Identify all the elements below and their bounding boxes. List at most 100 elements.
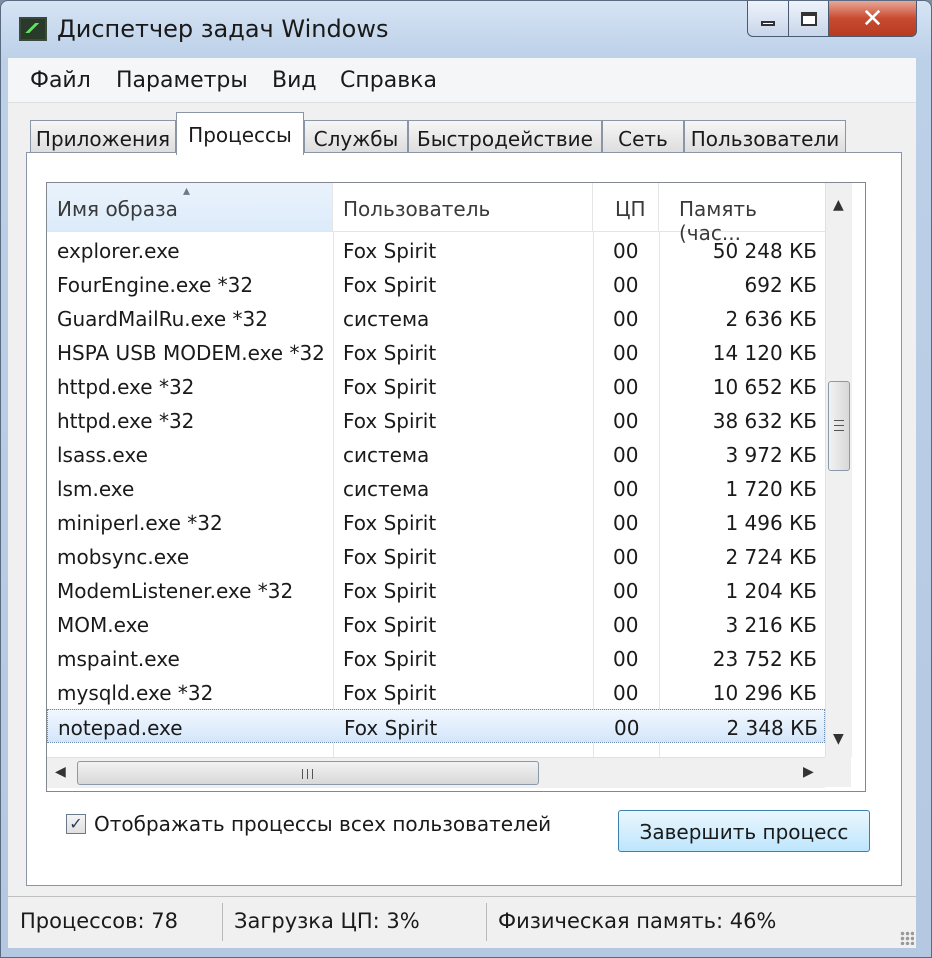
resize-grip-icon[interactable]	[900, 931, 914, 945]
process-user: система	[343, 477, 430, 501]
minimize-button[interactable]	[747, 1, 789, 37]
scroll-left-icon[interactable]: ◀	[55, 764, 66, 780]
column-header-user[interactable]: Пользователь	[333, 183, 593, 231]
status-bar: Процессов: 78 Загрузка ЦП: 3% Физическая…	[8, 896, 916, 947]
process-row[interactable]: MOM.exe Fox Spirit 00 3 216 КБ	[47, 607, 825, 641]
maximize-button[interactable]	[789, 1, 829, 37]
process-row[interactable]: mobsync.exe Fox Spirit 00 2 724 КБ	[47, 539, 825, 573]
column-header-name-label: Имя образа	[57, 197, 178, 221]
process-memory: 2 636 КБ	[725, 307, 817, 331]
process-cpu: 00	[613, 613, 639, 637]
status-divider	[222, 903, 223, 941]
process-row[interactable]: GuardMailRu.exe *32 система 00 2 636 КБ	[47, 301, 825, 335]
scroll-down-icon[interactable]: ▼	[833, 731, 844, 747]
tab-users[interactable]: Пользователи	[684, 120, 846, 154]
process-row[interactable]: ModemListener.exe *32 Fox Spirit 00 1 204 К…	[47, 573, 825, 607]
process-name: explorer.exe	[57, 239, 180, 263]
sort-ascending-icon: ▴	[183, 183, 191, 199]
scroll-corner	[825, 757, 851, 787]
tab-services[interactable]: Службы	[304, 120, 408, 154]
process-name: miniperl.exe *32	[57, 511, 223, 535]
process-memory: 3 972 КБ	[725, 443, 817, 467]
process-cpu: 00	[613, 681, 639, 705]
window-controls: ✕	[747, 1, 917, 41]
process-user: Fox Spirit	[343, 341, 437, 365]
checkmark-icon: ✓	[69, 814, 83, 833]
tab-applications[interactable]: Приложения	[30, 120, 176, 154]
tab-processes[interactable]: Процессы	[176, 112, 304, 155]
process-row[interactable]: HSPA USB MODEM.exe *32 Fox Spirit 00 14 120…	[47, 335, 825, 369]
vertical-scroll-thumb[interactable]	[828, 381, 850, 471]
process-user: Fox Spirit	[343, 409, 437, 433]
end-process-button[interactable]: Завершить процесс	[618, 810, 870, 852]
process-row[interactable]: notepad.exe Fox Spirit 00 2 348 КБ	[47, 709, 825, 743]
process-user: Fox Spirit	[343, 681, 437, 705]
process-user: Fox Spirit	[343, 239, 437, 263]
process-user: Fox Spirit	[343, 273, 437, 297]
process-memory: 14 120 КБ	[712, 341, 817, 365]
scroll-grip-icon	[302, 769, 303, 779]
process-cpu: 00	[613, 545, 639, 569]
tab-strip: Приложения Процессы Службы Быстродействи…	[30, 112, 890, 155]
minimize-icon	[761, 21, 775, 26]
process-row[interactable]: httpd.exe *32 Fox Spirit 00 38 632 КБ	[47, 403, 825, 437]
process-row[interactable]: mspaint.exe Fox Spirit 00 23 752 КБ	[47, 641, 825, 675]
process-cpu: 00	[613, 477, 639, 501]
column-header-memory[interactable]: Память (час...	[659, 183, 825, 245]
column-header-cpu[interactable]: ЦП	[593, 183, 659, 231]
process-memory: 1 204 КБ	[725, 579, 817, 603]
menu-help[interactable]: Справка	[340, 68, 437, 93]
process-user: Fox Spirit	[344, 716, 438, 740]
process-memory: 10 296 КБ	[712, 681, 817, 705]
process-name: mysqld.exe *32	[57, 681, 214, 705]
process-cpu: 00	[613, 647, 639, 671]
scroll-grip-icon	[834, 420, 844, 421]
menu-file[interactable]: Файл	[30, 68, 91, 93]
show-all-users-checkbox[interactable]: ✓	[66, 814, 86, 834]
show-all-users-label[interactable]: Отображать процессы всех пользователей	[94, 812, 551, 836]
process-cpu: 00	[613, 239, 639, 263]
close-icon: ✕	[861, 3, 884, 34]
process-user: Fox Spirit	[343, 647, 437, 671]
column-header-name[interactable]: ▴ Имя образа	[47, 183, 333, 231]
menu-view[interactable]: Вид	[272, 68, 317, 93]
process-user: Fox Spirit	[343, 511, 437, 535]
process-name: mobsync.exe	[57, 545, 190, 569]
process-name: FourEngine.exe *32	[57, 273, 254, 297]
menu-options[interactable]: Параметры	[116, 68, 248, 93]
process-name: ModemListener.exe *32	[57, 579, 294, 603]
process-row[interactable]: mysqld.exe *32 Fox Spirit 00 10 296 КБ	[47, 675, 825, 709]
close-button[interactable]: ✕	[829, 1, 917, 37]
title-bar[interactable]: Диспетчер задач Windows ✕	[1, 1, 931, 59]
process-cpu: 00	[613, 273, 639, 297]
process-name: lsm.exe	[57, 477, 135, 501]
task-manager-icon	[19, 17, 47, 41]
scroll-up-icon[interactable]: ▲	[833, 197, 844, 213]
horizontal-scroll-thumb[interactable]	[77, 761, 539, 785]
process-memory: 23 752 КБ	[712, 647, 817, 671]
process-row[interactable]: lsm.exe система 00 1 720 КБ	[47, 471, 825, 505]
process-row[interactable]: lsass.exe система 00 3 972 КБ	[47, 437, 825, 471]
horizontal-scrollbar[interactable]: ◀ ▶	[47, 757, 825, 788]
vertical-scrollbar[interactable]: ▲ ▼	[825, 183, 852, 757]
process-name: HSPA USB MODEM.exe *32	[57, 341, 325, 365]
process-cpu: 00	[613, 579, 639, 603]
process-memory: 2 348 КБ	[726, 716, 818, 740]
process-memory: 692 КБ	[744, 273, 817, 297]
scroll-right-icon[interactable]: ▶	[803, 764, 814, 780]
process-row[interactable]: explorer.exe Fox Spirit 00 50 248 КБ	[47, 233, 825, 267]
process-name: httpd.exe *32	[57, 375, 195, 399]
process-row[interactable]: FourEngine.exe *32 Fox Spirit 00 692 КБ	[47, 267, 825, 301]
process-memory: 1 720 КБ	[725, 477, 817, 501]
process-list[interactable]: ▴ Имя образа Пользователь ЦП Память (час…	[46, 182, 866, 792]
process-memory: 38 632 КБ	[712, 409, 817, 433]
scroll-grip-icon	[307, 769, 308, 779]
status-process-count: Процессов: 78	[20, 909, 178, 933]
tab-performance[interactable]: Быстродействие	[408, 120, 602, 154]
process-row[interactable]: httpd.exe *32 Fox Spirit 00 10 652 КБ	[47, 369, 825, 403]
process-row[interactable]: miniperl.exe *32 Fox Spirit 00 1 496 КБ	[47, 505, 825, 539]
window-title: Диспетчер задач Windows	[57, 15, 389, 43]
process-cpu: 00	[614, 716, 640, 740]
tab-networking[interactable]: Сеть	[602, 120, 684, 154]
maximize-icon	[800, 11, 817, 26]
